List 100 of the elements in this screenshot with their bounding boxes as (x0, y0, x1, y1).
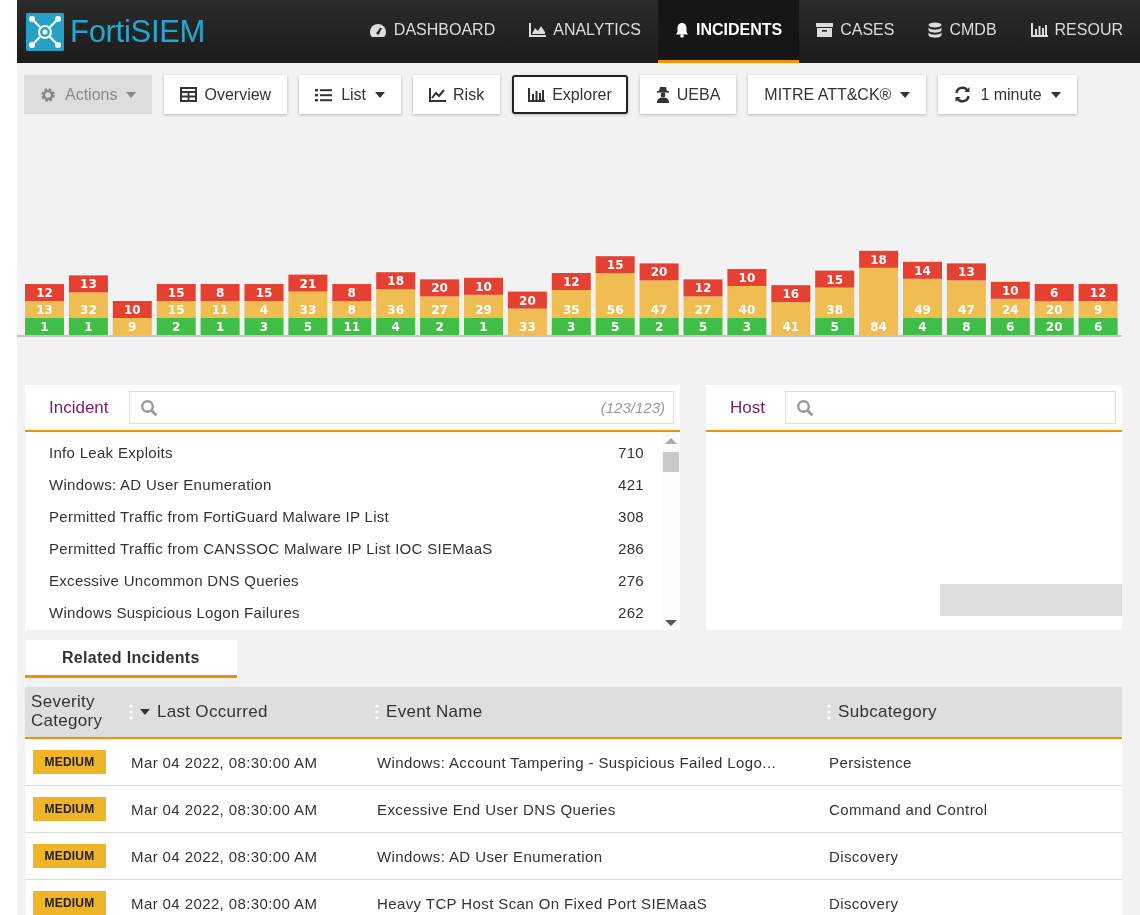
incident-name[interactable]: Excessive Uncommon DNS Queries (49, 571, 299, 589)
bar-segment[interactable] (200, 284, 240, 301)
bar-segment[interactable] (1078, 284, 1118, 301)
bar-segment[interactable] (420, 318, 460, 335)
nav-tab[interactable]: ANALYTICS (512, 0, 658, 63)
bar-segment[interactable] (25, 284, 64, 301)
bar-segment[interactable] (551, 318, 591, 335)
bar-segment[interactable] (727, 318, 767, 335)
toolbar-button[interactable]: MITRE ATT&CK® (748, 75, 927, 114)
bar-segment[interactable] (727, 269, 767, 286)
toolbar-button[interactable]: 1 minute (938, 75, 1077, 114)
bar-segment[interactable] (815, 270, 855, 288)
bar-segment[interactable] (595, 318, 635, 335)
bar-segment[interactable] (1078, 301, 1118, 318)
bar-segment[interactable] (990, 298, 1030, 318)
bar-segment[interactable] (68, 292, 108, 318)
column-header[interactable]: Event Name (386, 702, 483, 722)
bar-segment[interactable] (25, 301, 64, 318)
column-resize-icon[interactable] (827, 704, 831, 720)
sort-caret-icon[interactable] (140, 709, 150, 715)
bar-segment[interactable] (639, 263, 679, 281)
incident-name[interactable]: Permitted Traffic from CANSSOC Malware IP List IOC SIEMaaS (49, 539, 493, 557)
scroll-down-icon[interactable] (665, 620, 677, 626)
logo-icon[interactable] (26, 12, 64, 51)
bar-segment[interactable] (859, 250, 899, 268)
bar-segment[interactable] (200, 301, 240, 318)
bar-segment[interactable] (288, 274, 328, 292)
bar-segment[interactable] (639, 318, 679, 335)
bar-segment[interactable] (946, 318, 986, 335)
bar-segment[interactable] (1034, 301, 1074, 318)
bar-segment[interactable] (946, 263, 986, 281)
bar-segment[interactable] (420, 279, 460, 297)
bar-segment[interactable] (595, 256, 635, 274)
nav-tab[interactable]: CASES (799, 0, 912, 63)
toolbar-button[interactable]: UEBA (639, 75, 737, 114)
bar-segment[interactable] (1078, 318, 1118, 335)
nav-tab[interactable]: CMDB (911, 0, 1014, 63)
bar-segment[interactable] (156, 301, 196, 318)
bar-segment[interactable] (420, 296, 460, 318)
scroll-up-icon[interactable] (665, 438, 677, 444)
bar-segment[interactable] (288, 291, 328, 318)
bar-segment[interactable] (507, 291, 547, 309)
bar-segment[interactable] (1034, 318, 1074, 335)
bar-segment[interactable] (332, 301, 372, 318)
bar-segment[interactable] (376, 289, 416, 318)
bar-segment[interactable] (771, 285, 811, 303)
bar-segment[interactable] (464, 277, 503, 295)
bar-segment[interactable] (990, 318, 1030, 335)
bar-segment[interactable] (903, 318, 942, 335)
bar-segment[interactable] (551, 273, 591, 290)
bar-segment[interactable] (903, 278, 942, 318)
bar-segment[interactable] (244, 301, 284, 318)
bar-segment[interactable] (112, 318, 152, 335)
bar-segment[interactable] (464, 318, 503, 335)
nav-tab[interactable]: RESOUR (1013, 0, 1140, 63)
bar-segment[interactable] (288, 318, 328, 335)
bar-segment[interactable] (25, 318, 64, 335)
nav-tab[interactable]: INCIDENTS (657, 0, 800, 63)
bar-segment[interactable] (68, 275, 108, 293)
bar-segment[interactable] (946, 280, 986, 318)
bar-segment[interactable] (815, 318, 855, 335)
search-field[interactable] (784, 391, 1116, 424)
bar-segment[interactable] (332, 284, 372, 301)
scrollbar[interactable] (662, 432, 680, 630)
bar-segment[interactable] (551, 290, 591, 318)
section-tab[interactable]: Related Incidents (25, 640, 237, 678)
bar-segment[interactable] (1034, 284, 1074, 301)
toolbar-button[interactable]: Risk (413, 75, 501, 114)
bar-segment[interactable] (990, 281, 1030, 299)
bar-segment[interactable] (683, 279, 723, 297)
bar-segment[interactable] (903, 261, 942, 279)
incident-name[interactable]: Windows: AD User Enumeration (49, 475, 272, 493)
bar-segment[interactable] (815, 287, 855, 318)
bar-segment[interactable] (771, 302, 811, 335)
bar-segment[interactable] (112, 301, 152, 318)
column-header[interactable]: Last Occurred (157, 702, 268, 722)
bar-segment[interactable] (683, 296, 723, 318)
toolbar-button[interactable]: Explorer (512, 75, 628, 114)
toolbar-button[interactable]: List (299, 75, 402, 114)
bar-segment[interactable] (68, 318, 108, 335)
bar-segment[interactable] (727, 286, 767, 318)
bar-segment[interactable] (376, 318, 416, 335)
bar-segment[interactable] (595, 273, 635, 318)
column-resize-icon[interactable] (129, 704, 133, 720)
scrollbar-thumb[interactable] (663, 452, 679, 472)
column-header[interactable]: Subcategory (838, 702, 937, 722)
bar-segment[interactable] (639, 280, 679, 318)
bar-segment[interactable] (244, 318, 284, 335)
bar-segment[interactable] (376, 272, 416, 290)
toolbar-button[interactable]: Overview (164, 75, 288, 114)
nav-tab[interactable]: DASHBOARD (351, 0, 513, 63)
bar-segment[interactable] (156, 318, 196, 335)
column-resize-icon[interactable] (375, 704, 379, 720)
bar-segment[interactable] (156, 284, 196, 301)
bar-segment[interactable] (244, 284, 284, 301)
bar-segment[interactable] (683, 318, 723, 335)
bar-segment[interactable] (332, 318, 372, 335)
incident-name[interactable]: Info Leak Exploits (49, 443, 173, 461)
bar-segment[interactable] (464, 294, 503, 318)
bar-segment[interactable] (200, 318, 240, 335)
